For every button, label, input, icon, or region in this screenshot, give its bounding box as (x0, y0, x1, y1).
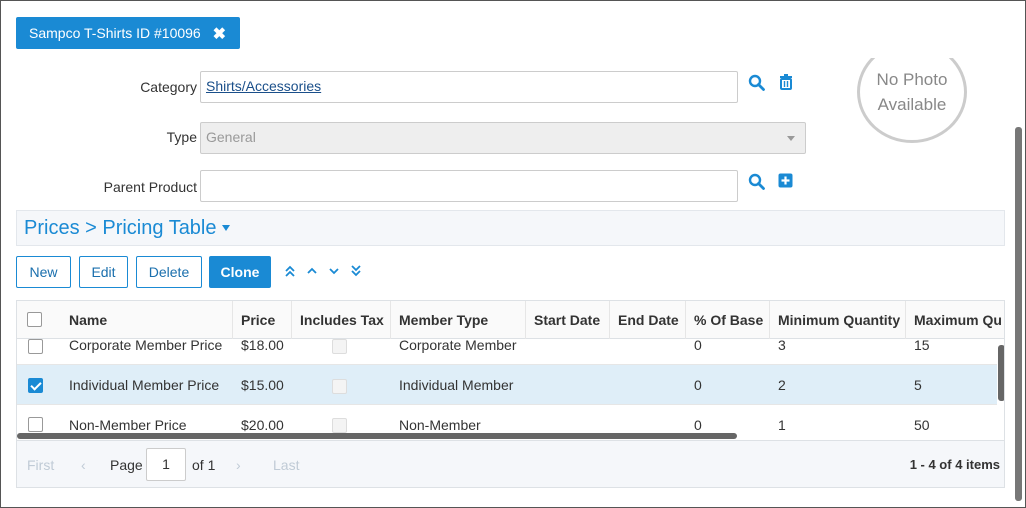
pager-prev-icon[interactable]: ‹ (81, 457, 86, 473)
grid-horizontal-scrollbar[interactable] (17, 433, 737, 439)
pager-page-label: Page (110, 457, 143, 473)
select-all-checkbox[interactable] (27, 312, 42, 327)
column-header-member-type[interactable]: Member Type (391, 301, 526, 339)
category-trash-icon[interactable] (777, 73, 795, 91)
record-tab[interactable]: Sampco T-Shirts ID #10096 ✖ (16, 17, 240, 49)
pager-of-total: of 1 (192, 457, 216, 473)
column-header-name[interactable]: Name (61, 301, 233, 339)
parent-product-field[interactable] (200, 170, 738, 202)
cell-price: $18.00 (241, 339, 284, 353)
new-button[interactable]: New (16, 256, 71, 288)
parent-product-label: Parent Product (103, 179, 197, 195)
cell-price: $15.00 (241, 377, 284, 393)
row-checkbox[interactable] (28, 339, 43, 354)
category-label: Category (140, 79, 197, 95)
clone-button[interactable]: Clone (209, 256, 271, 288)
category-search-icon[interactable] (748, 74, 766, 92)
cell-minimum-quantity: 2 (778, 377, 786, 393)
type-label: Type (166, 129, 197, 145)
close-icon[interactable]: ✖ (213, 24, 226, 44)
section-breadcrumb: Prices > Pricing Table (24, 216, 217, 239)
grid-rows: Corporate Member Price $18.00 Corporate … (17, 339, 997, 437)
cell-end-date (610, 339, 618, 365)
move-down-icon[interactable] (327, 264, 341, 278)
includes-tax-checkbox (332, 379, 347, 394)
chevron-down-icon (787, 136, 795, 141)
record-tab-title: Sampco T-Shirts ID #10096 (29, 25, 201, 41)
column-header-pct-of-base[interactable]: % Of Base (686, 301, 770, 339)
cell-member-type: Individual Member (399, 377, 514, 393)
table-row[interactable]: Corporate Member Price $18.00 Corporate … (17, 339, 997, 365)
pager-summary: 1 - 4 of 4 items (909, 457, 1000, 472)
edit-button[interactable]: Edit (79, 256, 128, 288)
parent-product-search-icon[interactable] (748, 173, 766, 191)
no-photo-text-line1: No Photo (876, 70, 948, 89)
pager-first[interactable]: First (27, 457, 54, 473)
column-header-start-date[interactable]: Start Date (526, 301, 610, 339)
category-field[interactable]: Shirts/Accessories (200, 71, 738, 103)
row-checkbox[interactable] (28, 378, 43, 393)
cell-name: Corporate Member Price (69, 339, 223, 353)
type-select[interactable]: General (200, 122, 806, 154)
includes-tax-checkbox (332, 339, 347, 354)
cell-name: Individual Member Price (69, 377, 220, 393)
cell-start-date (526, 339, 534, 365)
column-header-price[interactable]: Price (233, 301, 292, 339)
grid-pager: First ‹ Page 1 of 1 › Last 1 - 4 of 4 it… (17, 440, 1004, 487)
pricing-section-header[interactable]: Prices > Pricing Table (16, 210, 1005, 246)
cell-end-date (610, 365, 618, 405)
type-select-value: General (206, 129, 256, 145)
cell-maximum-quantity: 15 (914, 339, 930, 353)
delete-button[interactable]: Delete (136, 256, 202, 288)
no-photo-text-line2: Available (877, 95, 947, 114)
cell-member-type: Corporate Member (399, 339, 517, 353)
no-photo-placeholder: No Photo Available (857, 58, 967, 143)
product-editor-window: Sampco T-Shirts ID #10096 ✖ No Photo Avai… (0, 0, 1026, 508)
cell-minimum-quantity: 1 (778, 417, 786, 433)
cell-start-date (526, 365, 534, 405)
cell-maximum-quantity: 5 (914, 377, 922, 393)
parent-product-add-icon[interactable] (777, 172, 795, 190)
grid-header: Name Price Includes Tax Member Type Star… (17, 301, 1004, 339)
cell-maximum-quantity: 50 (914, 417, 930, 433)
pager-next-icon[interactable]: › (236, 457, 241, 473)
page-number-input[interactable]: 1 (146, 448, 186, 481)
product-photo-area: No Photo Available (841, 58, 991, 158)
column-header-maximum-quantity[interactable]: Maximum Qu (906, 301, 1004, 339)
grid-vertical-scrollbar[interactable] (998, 345, 1004, 401)
row-checkbox[interactable] (28, 417, 43, 432)
move-to-top-icon[interactable] (283, 264, 297, 278)
cell-pct-of-base: 0 (694, 377, 702, 393)
cell-pct-of-base: 0 (694, 339, 702, 353)
caret-down-icon (221, 225, 230, 231)
column-header-includes-tax[interactable]: Includes Tax (292, 301, 391, 339)
move-up-icon[interactable] (305, 264, 319, 278)
cell-minimum-quantity: 3 (778, 339, 786, 353)
table-row[interactable]: Individual Member Price $15.00 Individua… (17, 365, 997, 405)
includes-tax-checkbox (332, 418, 347, 433)
move-to-bottom-icon[interactable] (349, 264, 363, 278)
page-vertical-scrollbar[interactable] (1015, 127, 1022, 501)
pager-last[interactable]: Last (273, 457, 299, 473)
column-header-end-date[interactable]: End Date (610, 301, 686, 339)
column-header-minimum-quantity[interactable]: Minimum Quantity (770, 301, 906, 339)
pricing-grid: Name Price Includes Tax Member Type Star… (16, 300, 1005, 488)
